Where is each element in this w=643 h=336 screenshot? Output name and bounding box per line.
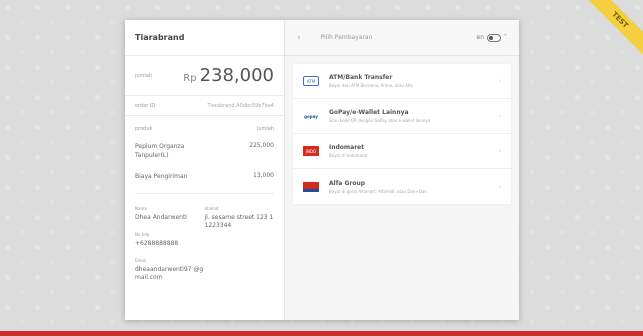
payment-topbar: ‹ Pilih Pembayaran en ˅ (285, 20, 519, 56)
chevron-right-icon: › (498, 77, 501, 85)
bottom-accent-bar (0, 331, 643, 336)
merchant-name: Tiarabrand (125, 20, 284, 56)
atm-icon: ATM (303, 76, 319, 86)
currency-label: Rp (183, 73, 197, 84)
chevron-right-icon: › (498, 182, 501, 191)
test-ribbon-label: TEST (583, 0, 643, 58)
name-label: Nama (135, 206, 147, 211)
item-name: Biaya Pengiriman (135, 173, 188, 180)
payment-method-alfa[interactable]: Alfa Group Bayar di gerai Alfamart, Alfa… (293, 169, 511, 204)
toggle-icon (487, 33, 501, 42)
method-title: GoPay/e-Wallet Lainnya (329, 109, 409, 116)
customer-col-right: Alamat jl. sesame street 123 11223344 (205, 206, 275, 292)
method-text: ATM/Bank Transfer Bayar dari ATM Bersama… (329, 74, 498, 88)
method-desc: Bayar di gerai Alfamart, Alfamidi, atau … (329, 188, 427, 194)
phone-label: No telp (135, 232, 150, 237)
method-title: Indomaret (329, 144, 365, 151)
customer-address: jl. sesame street 123 11223344 (204, 214, 274, 229)
total-label: jumlah (135, 72, 153, 79)
method-desc: Bayar dari ATM Bersama, Prima, atau Alto (329, 83, 413, 88)
customer-details: Nama Dhea Andarwenti No telp +6288888888… (125, 194, 284, 292)
test-ribbon: TEST (583, 0, 643, 60)
order-id-row: order ID Tiarabrand.A0dbc59b7ba4 (125, 96, 284, 116)
method-text: Indomaret Bayar di Indomaret (329, 144, 498, 158)
gopay-icon: gopay (304, 113, 318, 119)
customer-col-left: Nama Dhea Andarwenti No telp +6288888888… (135, 206, 205, 292)
language-toggle[interactable]: en ˅ (476, 33, 507, 42)
method-text: Alfa Group Bayar di gerai Alfamart, Alfa… (329, 180, 498, 194)
customer-name: Dhea Andarwenti (135, 214, 187, 221)
alfa-icon (303, 181, 319, 192)
method-desc: Scan kode QR dengan GoPay atau e-wallet … (329, 118, 431, 123)
total-row: jumlah Rp 238,000 (125, 56, 284, 96)
item-list-header: produk jumlah (135, 126, 274, 132)
payment-title: Pilih Pembayaran (320, 34, 373, 41)
language-code: en (476, 34, 485, 41)
method-title: ATM/Bank Transfer (329, 74, 393, 81)
chevron-down-icon: ˅ (504, 34, 507, 41)
product-header: produk (135, 126, 153, 132)
item-row: Biaya Pengiriman 13,000 (135, 172, 274, 181)
customer-phone: +6288888888 (135, 240, 179, 247)
amount-header: jumlah (256, 126, 274, 132)
method-title: Alfa Group (329, 179, 366, 187)
method-text: GoPay/e-Wallet Lainnya Scan kode QR deng… (329, 109, 498, 123)
item-amount: 13,000 (253, 172, 274, 179)
order-id-label: order ID (135, 102, 156, 109)
payment-popup: Tiarabrand jumlah Rp 238,000 order ID Ti… (125, 20, 519, 320)
order-id-value: Tiarabrand.A0dbc59b7ba4 (207, 102, 274, 109)
payment-method-panel: ‹ Pilih Pembayaran en ˅ ATM ATM/Bank Tra… (285, 20, 519, 320)
address-label: Alamat (204, 206, 219, 211)
chevron-right-icon: › (498, 147, 501, 155)
payment-method-indomaret[interactable]: INDO Indomaret Bayar di Indomaret › (293, 134, 511, 169)
chevron-left-icon[interactable]: ‹ (297, 33, 301, 43)
item-amount: 225,000 (249, 142, 274, 149)
email-label: Email (135, 258, 147, 263)
total-value: 238,000 (199, 65, 274, 86)
item-name: Peplum Organza Tanpuler(L) (135, 143, 185, 159)
payment-method-gopay[interactable]: gopay GoPay/e-Wallet Lainnya Scan kode Q… (293, 99, 511, 134)
method-desc: Bayar di Indomaret (329, 153, 368, 158)
customer-email: dheaandarwenti97 @gmail.com (135, 266, 204, 281)
indomaret-icon: INDO (303, 146, 319, 156)
item-row: Peplum Organza Tanpuler(L) 225,000 (135, 142, 274, 160)
order-summary-panel: Tiarabrand jumlah Rp 238,000 order ID Ti… (125, 20, 285, 320)
chevron-right-icon: › (498, 112, 501, 120)
payment-method-list: ATM ATM/Bank Transfer Bayar dari ATM Ber… (293, 64, 511, 204)
payment-method-atm[interactable]: ATM ATM/Bank Transfer Bayar dari ATM Ber… (293, 64, 511, 99)
total-amount: Rp 238,000 (183, 65, 274, 86)
item-list: produk jumlah Peplum Organza Tanpuler(L)… (125, 116, 284, 181)
